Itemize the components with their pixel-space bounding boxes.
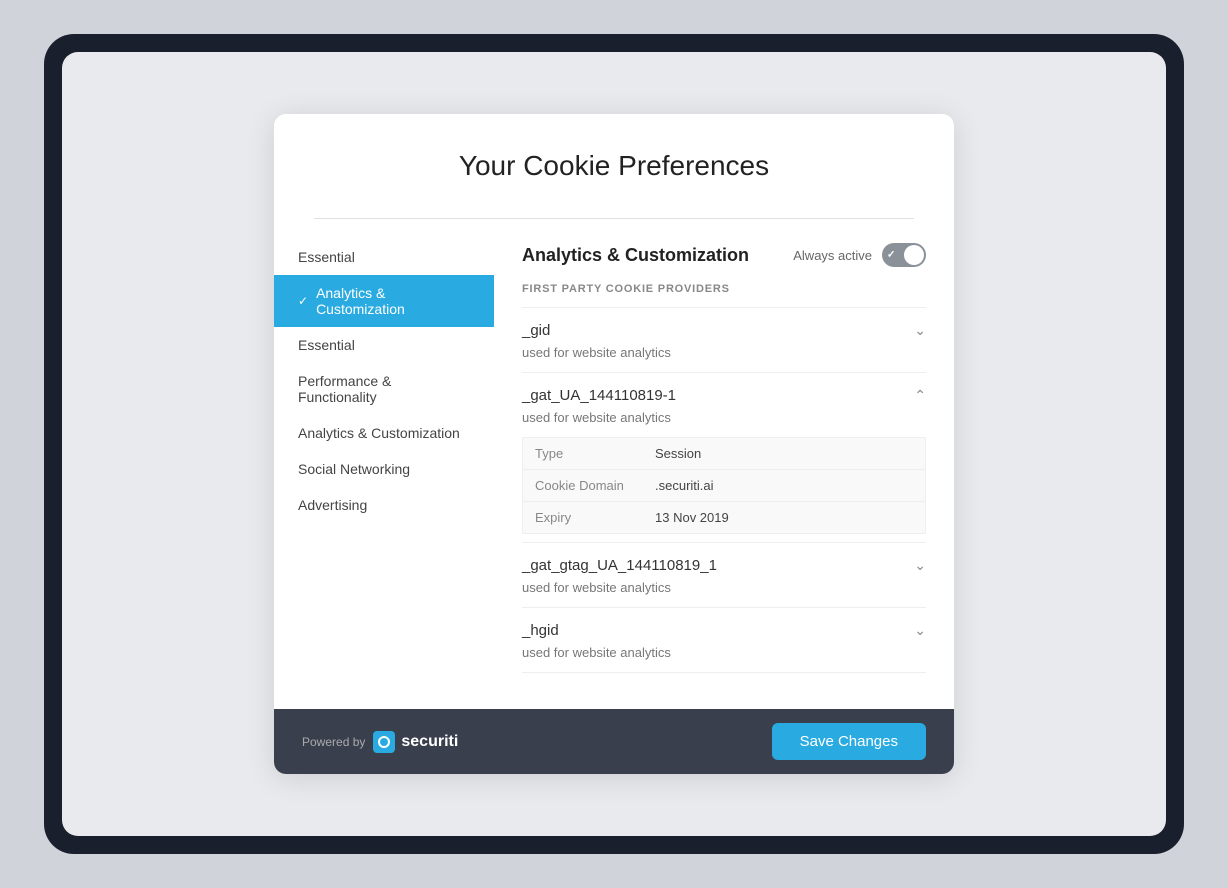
detail-header: Analytics & Customization Always active … [522,243,926,267]
securiti-name: securiti [401,733,458,751]
sidebar-item-label: Analytics & Customization [298,425,460,441]
cookie-name-gat-gtag: _gat_gtag_UA_144110819_1 [522,557,717,574]
cookie-details-table-gat-ua: Type Session Cookie Domain .securiti.ai … [522,437,926,534]
cookie-desc-hgid: used for website analytics [522,645,926,672]
cookie-desc-gid: used for website analytics [522,345,926,372]
securiti-icon [373,731,395,753]
toggle-knob [904,245,924,265]
device-frame: Your Cookie Preferences Essential ✓ Anal… [44,34,1184,854]
save-changes-button[interactable]: Save Changes [772,723,926,760]
securiti-logo: securiti [373,731,458,753]
modal-body: Your Cookie Preferences Essential ✓ Anal… [274,114,954,709]
always-active-label: Always active [793,248,872,263]
powered-by-text: Powered by [302,735,365,749]
cookie-desc-gat-gtag: used for website analytics [522,580,926,607]
chevron-down-icon-gat-gtag: ⌄ [914,557,926,574]
detail-panel: Analytics & Customization Always active … [494,219,954,697]
sidebar-item-performance[interactable]: Performance & Functionality [274,363,494,415]
section-label: FIRST PARTY COOKIE PROVIDERS [522,283,926,295]
sidebar-item-label: Essential [298,249,355,265]
chevron-down-icon-gid: ⌄ [914,322,926,339]
detail-value-expiry: 13 Nov 2019 [655,510,729,525]
sidebar-item-label: Performance & Functionality [298,373,470,405]
cookie-item-gat-ua: _gat_UA_144110819-1 ⌃ used for website a… [522,372,926,534]
chevron-up-icon-gat-ua: ⌃ [914,387,926,404]
chevron-down-icon-hgid: ⌄ [914,622,926,639]
detail-row-type: Type Session [523,438,925,470]
cookie-item-hgid: _hgid ⌄ used for website analytics [522,607,926,673]
sidebar-item-label: Social Networking [298,461,410,477]
cookie-item-header-gat-ua[interactable]: _gat_UA_144110819-1 ⌃ [522,373,926,410]
sidebar-item-essential-top[interactable]: Essential [274,239,494,275]
sidebar-item-social[interactable]: Social Networking [274,451,494,487]
always-active-container: Always active ✓ [793,243,926,267]
cookie-item-gat-gtag: _gat_gtag_UA_144110819_1 ⌄ used for webs… [522,542,926,607]
detail-title: Analytics & Customization [522,245,749,266]
modal-title: Your Cookie Preferences [314,150,914,182]
modal-footer: Powered by securiti Save Changes [274,709,954,774]
sidebar-item-label: Advertising [298,497,367,513]
sidebar-item-analytics[interactable]: Analytics & Customization [274,415,494,451]
sidebar-item-label: Essential [298,337,355,353]
cookie-item-header-gat-gtag[interactable]: _gat_gtag_UA_144110819_1 ⌄ [522,543,926,580]
cookie-desc-gat-ua: used for website analytics [522,410,926,437]
cookie-name-hgid: _hgid [522,622,559,639]
sidebar-item-analytics-active[interactable]: ✓ Analytics & Customization [274,275,494,327]
detail-row-expiry: Expiry 13 Nov 2019 [523,502,925,533]
detail-value-domain: .securiti.ai [655,478,714,493]
modal-title-section: Your Cookie Preferences [274,114,954,218]
sidebar: Essential ✓ Analytics & Customization Es… [274,219,494,697]
sidebar-item-advertising[interactable]: Advertising [274,487,494,523]
cookie-item-gid: _gid ⌄ used for website analytics [522,307,926,372]
device-screen: Your Cookie Preferences Essential ✓ Anal… [62,52,1166,836]
cookie-item-header-gid[interactable]: _gid ⌄ [522,308,926,345]
sidebar-item-essential[interactable]: Essential [274,327,494,363]
detail-key-domain: Cookie Domain [535,478,655,493]
sidebar-item-label: Analytics & Customization [316,285,470,317]
cookie-name-gat-ua: _gat_UA_144110819-1 [522,387,676,404]
detail-row-domain: Cookie Domain .securiti.ai [523,470,925,502]
detail-key-expiry: Expiry [535,510,655,525]
detail-value-type: Session [655,446,701,461]
powered-by: Powered by securiti [302,731,458,753]
cookie-item-header-hgid[interactable]: _hgid ⌄ [522,608,926,645]
securiti-icon-inner [378,736,390,748]
toggle[interactable]: ✓ [882,243,926,267]
cookie-name-gid: _gid [522,322,550,339]
modal-content: Essential ✓ Analytics & Customization Es… [274,219,954,697]
toggle-check-icon: ✓ [887,250,895,261]
check-icon: ✓ [298,294,308,308]
detail-key-type: Type [535,446,655,461]
modal: Your Cookie Preferences Essential ✓ Anal… [274,114,954,774]
